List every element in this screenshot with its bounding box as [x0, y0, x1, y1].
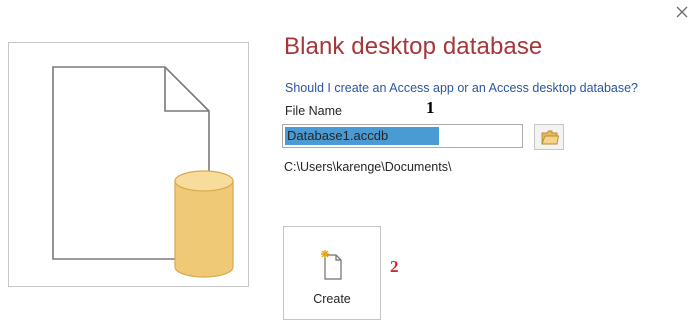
template-preview — [8, 42, 249, 287]
annotation-marker-1: 1 — [426, 98, 435, 117]
help-link[interactable]: Should I create an Access app or an Acce… — [285, 81, 638, 95]
folder-icon — [541, 130, 559, 145]
browse-folder-button[interactable] — [534, 124, 564, 150]
close-icon — [676, 6, 688, 18]
file-name-field[interactable] — [282, 124, 523, 148]
new-document-icon — [321, 250, 342, 280]
blank-database-dialog: Blank desktop database Should I create a… — [0, 0, 691, 320]
create-button[interactable]: Create — [283, 226, 381, 320]
dialog-title: Blank desktop database — [284, 33, 543, 60]
create-button-label: Create — [313, 292, 351, 306]
save-location-path: C:\Users\karenge\Documents\ — [284, 160, 452, 174]
blank-database-icon — [52, 66, 234, 278]
file-name-input[interactable] — [285, 127, 439, 145]
annotation-marker-2: 2 — [390, 257, 399, 276]
file-name-label: File Name — [285, 104, 342, 118]
close-button[interactable] — [674, 4, 690, 20]
